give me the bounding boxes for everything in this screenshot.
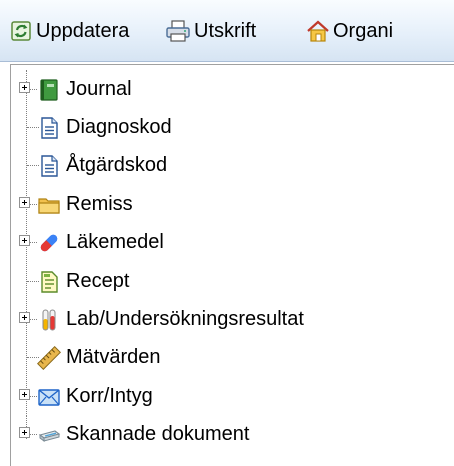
tree-item-journal[interactable]: Journal <box>0 70 454 108</box>
folder-icon <box>38 198 60 214</box>
scanner-icon <box>38 430 61 442</box>
pill-icon <box>40 234 58 252</box>
expand-toggle[interactable] <box>19 197 30 208</box>
tree-item-label: Läkemedel <box>66 231 164 253</box>
tree-item-lab-undersokningsresultat[interactable]: Lab/Undersökningsresultat <box>0 300 454 338</box>
printer-icon <box>166 20 190 42</box>
tree-item-diagnoskod[interactable]: Diagnoskod <box>0 108 454 146</box>
tree-item-korr-intyg[interactable]: Korr/Intyg <box>0 377 454 415</box>
toolbar: Uppdatera Utskrift Organi <box>0 0 454 62</box>
expand-toggle[interactable] <box>19 235 30 246</box>
tree-item-lakemedel[interactable]: Läkemedel <box>0 223 454 261</box>
tree-item-atgardskod[interactable]: Åtgärdskod <box>0 146 454 184</box>
prescription-icon <box>41 271 58 293</box>
tree-item-label: Diagnoskod <box>66 116 172 138</box>
refresh-label: Uppdatera <box>36 19 130 42</box>
tree-item-label: Åtgärdskod <box>66 154 168 176</box>
expand-toggle[interactable] <box>19 389 30 400</box>
refresh-button[interactable]: Uppdatera <box>10 17 129 45</box>
ruler-icon <box>37 346 61 370</box>
tree-item-matvarden[interactable]: Mätvärden <box>0 338 454 376</box>
organisation-button[interactable]: Organi <box>305 17 393 45</box>
expand-toggle[interactable] <box>19 82 30 93</box>
home-icon <box>307 20 329 42</box>
document-icon <box>41 155 58 177</box>
tree-item-label: Recept <box>66 270 130 292</box>
envelope-icon <box>38 389 60 406</box>
print-label: Utskrift <box>194 19 257 42</box>
tree-item-remiss[interactable]: Remiss <box>0 185 454 223</box>
tree-item-label: Skannade dokument <box>66 423 250 445</box>
tree-item-label: Mätvärden <box>66 346 161 368</box>
tree-item-skannade-dokument[interactable]: Skannade dokument <box>0 415 454 453</box>
tree-item-label: Journal <box>66 78 132 100</box>
print-button[interactable]: Utskrift <box>164 17 256 45</box>
test-tubes-icon <box>42 309 56 331</box>
green-book-icon <box>40 79 58 101</box>
tree-item-label: Lab/Undersökningsresultat <box>66 308 304 330</box>
expand-toggle[interactable] <box>19 312 30 323</box>
tree-item-label: Korr/Intyg <box>66 385 153 407</box>
organisation-label: Organi <box>333 19 394 42</box>
expand-toggle[interactable] <box>19 427 30 438</box>
tree-item-recept[interactable]: Recept <box>0 262 454 300</box>
refresh-icon <box>11 21 31 41</box>
document-icon <box>41 117 58 139</box>
tree-item-label: Remiss <box>66 193 133 215</box>
